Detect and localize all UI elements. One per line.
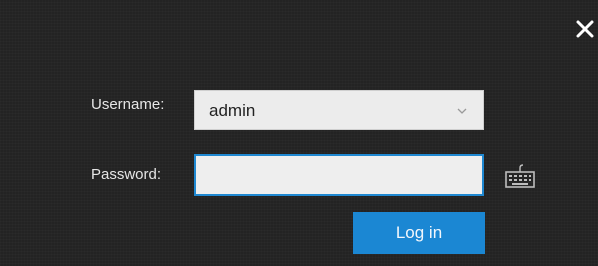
username-selected-value: admin bbox=[209, 101, 256, 120]
password-label: Password: bbox=[91, 166, 162, 183]
username-label: Username: bbox=[91, 96, 165, 113]
username-select[interactable]: admin bbox=[194, 90, 484, 130]
close-icon[interactable] bbox=[574, 18, 596, 40]
login-dialog: Username: admin Password: Log in bbox=[0, 0, 598, 266]
password-field[interactable] bbox=[194, 154, 484, 196]
keyboard-icon[interactable] bbox=[503, 163, 537, 189]
chevron-down-icon bbox=[457, 107, 467, 115]
login-button[interactable]: Log in bbox=[353, 212, 485, 254]
